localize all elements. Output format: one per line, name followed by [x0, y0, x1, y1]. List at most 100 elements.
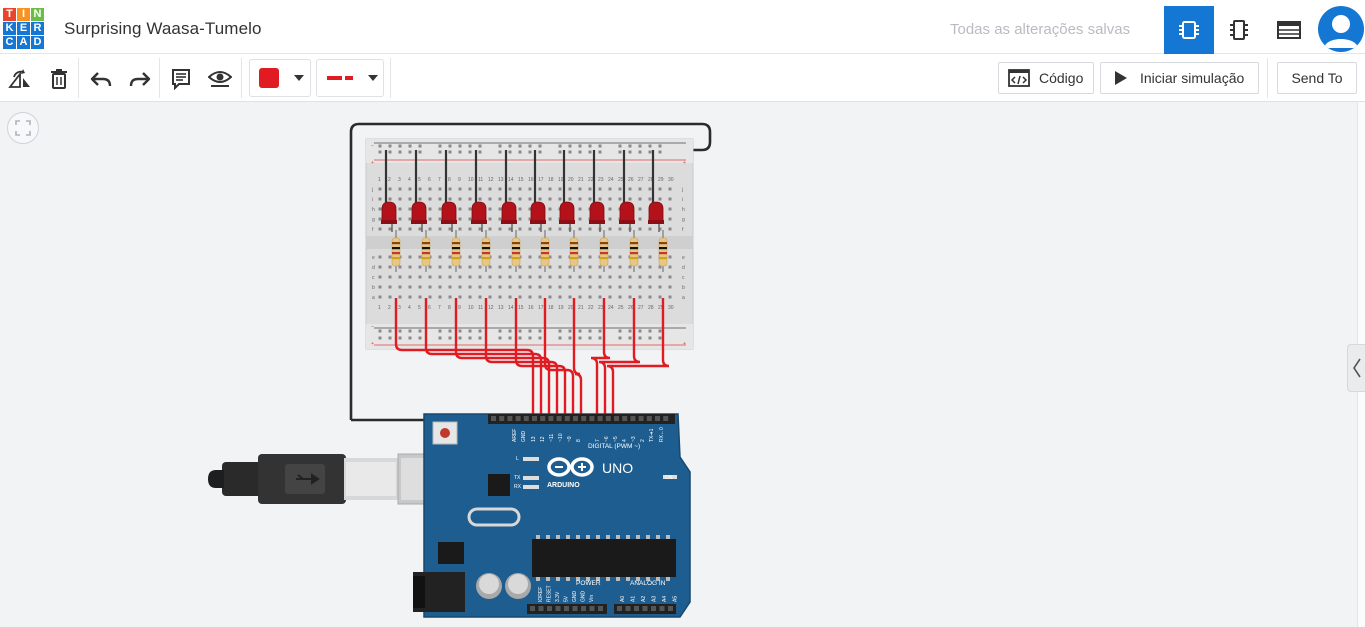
chip-pin	[596, 535, 600, 539]
collapse-panel-button[interactable]	[1347, 344, 1365, 392]
undo-button[interactable]	[88, 66, 114, 92]
header-pin	[597, 416, 603, 421]
column-label: 22	[588, 305, 594, 311]
led-base	[530, 220, 546, 224]
breadboard-hole	[458, 150, 462, 154]
breadboard-hole	[508, 295, 512, 299]
analog-pin-label: A3	[652, 596, 658, 602]
breadboard-hole	[618, 336, 622, 340]
digital-pin-label: 13	[531, 436, 537, 442]
tab-circuit-view[interactable]	[1164, 6, 1214, 54]
breadboard-hole	[478, 329, 482, 333]
resistor-band	[452, 252, 460, 255]
resistor-band	[392, 252, 400, 255]
breadboard-hole	[598, 285, 602, 289]
breadboard-hole	[528, 227, 532, 231]
breadboard-hole	[378, 207, 382, 211]
header-pin	[651, 606, 656, 611]
breadboard-hole	[528, 329, 532, 333]
breadboard-hole	[498, 197, 502, 201]
breadboard-hole	[568, 150, 572, 154]
wire-color-dropdown[interactable]	[249, 59, 311, 97]
column-label: 5	[418, 177, 421, 183]
resistor-band	[422, 247, 430, 250]
breadboard-hole	[578, 265, 582, 269]
breadboard-hole	[528, 275, 532, 279]
header-pin	[556, 416, 562, 421]
column-label: 14	[508, 305, 514, 311]
breadboard-hole	[528, 150, 532, 154]
redo-button[interactable]	[127, 66, 153, 92]
rotate-button[interactable]	[7, 66, 33, 92]
breadboard-hole	[598, 336, 602, 340]
breadboard-hole	[558, 275, 562, 279]
wire-style-dropdown[interactable]	[316, 59, 384, 97]
code-button[interactable]: Código	[998, 62, 1094, 94]
delete-button[interactable]	[46, 66, 72, 92]
column-label: 3	[398, 177, 401, 183]
header-pin	[499, 416, 505, 421]
breadboard-hole	[468, 285, 472, 289]
breadboard-hole	[588, 295, 592, 299]
chip-pin	[646, 535, 650, 539]
led-base	[441, 220, 457, 224]
analog-pin-label: A5	[673, 596, 679, 602]
breadboard-hole	[388, 144, 392, 148]
chip-pin	[616, 535, 620, 539]
resistor-band	[482, 252, 490, 255]
breadboard-hole	[608, 197, 612, 201]
breadboard-hole	[528, 144, 532, 148]
breadboard-hole	[458, 197, 462, 201]
chip-pin	[556, 535, 560, 539]
breadboard-hole	[388, 285, 392, 289]
breadboard-hole	[628, 336, 632, 340]
column-label: 12	[488, 177, 494, 183]
tab-component-list[interactable]	[1214, 6, 1264, 54]
start-simulation-button[interactable]: Iniciar simulação	[1100, 62, 1259, 94]
tinkercad-logo[interactable]: T I N K E R C A D	[3, 8, 44, 52]
power-pin-label: RESET	[547, 585, 553, 602]
breadboard-hole	[538, 150, 542, 154]
board-model-label: UNO	[602, 460, 633, 476]
project-title[interactable]: Surprising Waasa-Tumelo	[64, 19, 262, 39]
chip-pin	[566, 577, 570, 581]
breadboard-hole	[588, 187, 592, 191]
breadboard-hole	[438, 295, 442, 299]
breadboard-hole	[648, 295, 652, 299]
breadboard-hole	[668, 187, 672, 191]
column-label: 27	[638, 177, 644, 183]
send-to-button[interactable]: Send To	[1277, 62, 1357, 94]
row-label: b	[682, 285, 685, 291]
visibility-button[interactable]	[207, 66, 233, 92]
breadboard-hole	[458, 336, 462, 340]
breadboard-hole	[468, 150, 472, 154]
breadboard-hole	[468, 197, 472, 201]
notes-button[interactable]	[168, 66, 194, 92]
breadboard-hole	[558, 227, 562, 231]
header-pin	[538, 606, 544, 611]
breadboard-hole	[438, 187, 442, 191]
resistor-band	[541, 257, 549, 260]
breadboard-hole	[588, 144, 592, 148]
logo-letter: N	[31, 8, 44, 21]
header-pin	[625, 606, 631, 611]
column-label: 9	[458, 177, 461, 183]
breadboard-hole	[508, 197, 512, 201]
breadboard-hole	[418, 265, 422, 269]
user-avatar-icon[interactable]	[1318, 6, 1364, 52]
resistor-band	[452, 242, 460, 245]
led-base	[411, 220, 427, 224]
breadboard-hole	[548, 197, 552, 201]
toolbar-divider	[159, 58, 160, 98]
circuit-canvas[interactable]: j j i i h h g g f f e e d d c c b b a a 1 1 2 2 3 3 4 4 5 5 6 6 7 7 8 8 9 9 10…	[0, 102, 1365, 627]
led	[471, 201, 487, 223]
tab-bill-of-materials[interactable]	[1264, 6, 1314, 54]
breadboard-hole	[468, 207, 472, 211]
resistor-band	[570, 247, 578, 250]
breadboard-hole	[498, 295, 502, 299]
breadboard-hole	[408, 227, 412, 231]
breadboard-hole	[628, 265, 632, 269]
bill-of-materials-icon	[1277, 21, 1301, 39]
resistor-band	[630, 252, 638, 255]
resistor-band	[570, 252, 578, 255]
